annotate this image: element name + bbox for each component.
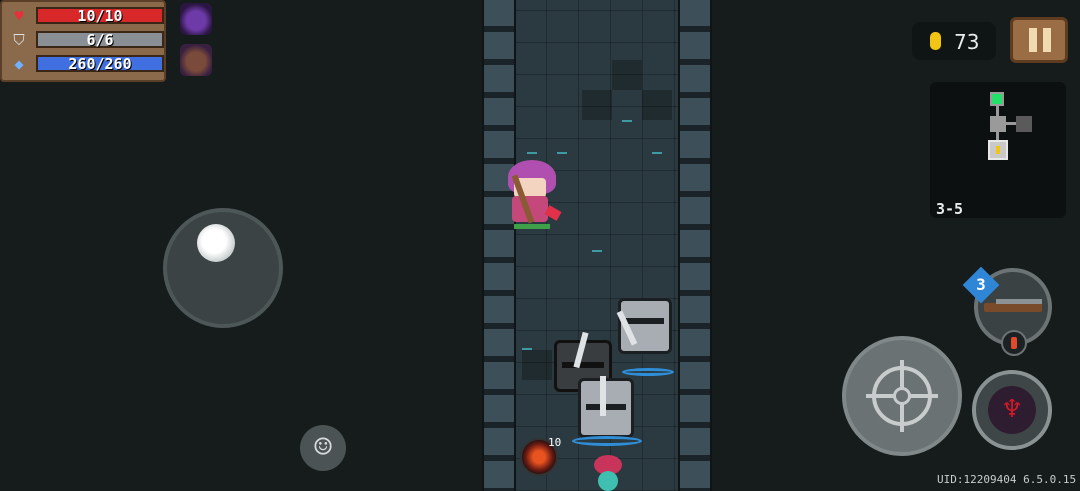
pause-icon-bar: [1043, 28, 1051, 52]
uid-label: UID:12209404 6.5.0.15: [937, 473, 1077, 486]
plant-enemy: [588, 455, 628, 491]
energy-row: ◆ 260/260: [8, 54, 164, 74]
helmet-buff-icon: [180, 3, 212, 35]
bag-buff-icon: [180, 44, 212, 76]
left-wall: [482, 0, 516, 491]
floor-glint: [522, 348, 532, 350]
emote-button[interactable]: ☺: [300, 425, 346, 471]
shield-icon: ⛉: [13, 31, 25, 49]
hp-row: ♥ 10/10: [8, 6, 164, 26]
floor-tile: [612, 60, 642, 90]
floor-tile: [642, 90, 672, 120]
floor-glint: [557, 152, 567, 154]
minimap[interactable]: 3-5: [930, 82, 1066, 218]
floor-glint: [622, 120, 632, 122]
right-wall: [678, 0, 712, 491]
floor-tile: [582, 90, 612, 120]
shotgun-icon: [984, 299, 1042, 312]
knight-enemy: [612, 296, 676, 382]
floor-tile: [522, 350, 552, 380]
minimap-corridor: [996, 132, 999, 140]
armor-row: ⛉ 6/6: [8, 30, 164, 50]
minimap-room: [990, 116, 1006, 132]
minimap-room-current: [990, 92, 1004, 106]
minimap-room: [1016, 116, 1032, 132]
crosshair-center: [893, 387, 911, 405]
minimap-corridor: [1006, 122, 1016, 125]
hp-bar: 10/10: [36, 7, 164, 24]
joystick-knob[interactable]: [197, 224, 235, 262]
diamond-icon: ◆: [14, 55, 24, 73]
armor-bar: 6/6: [36, 31, 164, 48]
smile-icon: ☺: [313, 430, 333, 465]
pause-button[interactable]: [1010, 17, 1068, 63]
coin-icon: [930, 32, 941, 50]
skill-button[interactable]: ♆: [972, 370, 1052, 450]
energy-cost: 3: [976, 275, 986, 294]
coin-counter: 73: [912, 22, 996, 60]
potion-icon[interactable]: [1001, 330, 1027, 356]
floor-glint: [592, 250, 602, 252]
energy-bar: 260/260: [36, 55, 164, 72]
floor-glint: [652, 152, 662, 154]
status-panel: ♥ 10/10 ⛉ 6/6 ◆ 260/260: [0, 0, 166, 82]
heart-icon: ♥: [14, 7, 24, 25]
coin-count: 73: [954, 30, 980, 54]
floor-label: 3-5: [936, 200, 964, 218]
minimap-corridor: [996, 106, 999, 116]
pause-icon: [1029, 28, 1037, 52]
debuff-count: 10: [548, 436, 562, 449]
floor-glint: [527, 152, 537, 154]
minimap-room-exit: [988, 140, 1008, 160]
knight-enemy: [570, 376, 642, 454]
player-character: [502, 160, 562, 232]
skill-icon: ♆: [988, 386, 1036, 434]
